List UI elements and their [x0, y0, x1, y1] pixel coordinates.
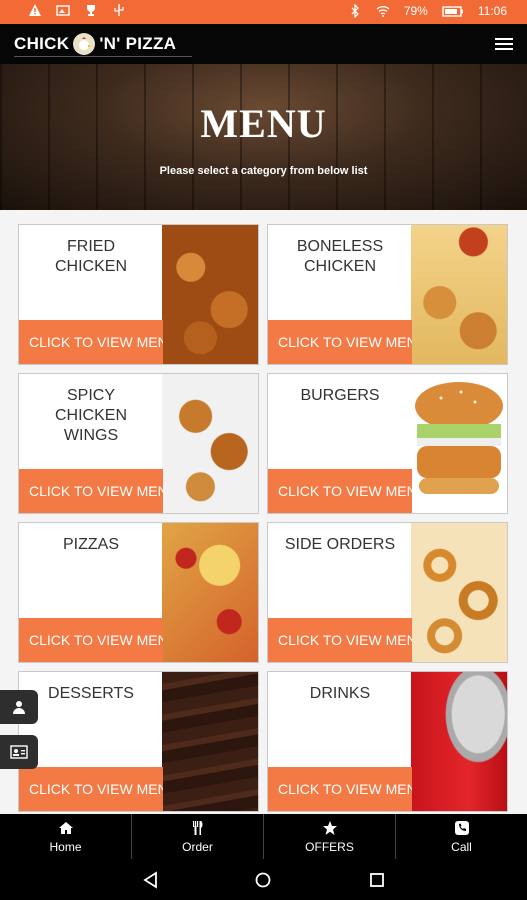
- pizza-image: [162, 523, 258, 662]
- user-icon: [13, 701, 25, 714]
- logo-text-right: 'N' PIZZA: [99, 33, 177, 53]
- home-circle-icon[interactable]: [254, 871, 272, 889]
- category-title: SIDE ORDERS: [284, 536, 396, 553]
- status-bar: 79% 11:06: [0, 0, 527, 24]
- user-profile-button[interactable]: [0, 690, 38, 724]
- nav-label: Call: [451, 840, 472, 854]
- image-icon: [56, 5, 70, 16]
- nav-label: Order: [182, 840, 213, 854]
- page-title: MENU: [200, 101, 327, 146]
- cutlery-icon: [192, 821, 202, 835]
- burger-image: [411, 374, 507, 513]
- category-card-spicy-chicken-wings[interactable]: SPICY CHICKEN WINGS CLICK TO VIEW MENU: [18, 373, 259, 514]
- category-title: BURGERS: [300, 387, 380, 404]
- contact-card-icon: [10, 745, 28, 759]
- nav-offers[interactable]: OFFERS: [264, 814, 396, 859]
- category-card-boneless-chicken[interactable]: BONELESS CHICKEN CLICK TO VIEW MENU: [267, 224, 508, 365]
- nav-order[interactable]: Order: [132, 814, 264, 859]
- system-nav-bar: [0, 859, 527, 900]
- category-card-drinks[interactable]: DRINKS CLICK TO VIEW MENU: [267, 671, 508, 812]
- star-icon: [322, 821, 337, 835]
- wifi-icon: [376, 6, 390, 17]
- battery-icon: [442, 6, 463, 17]
- hamburger-icon[interactable]: [495, 38, 513, 50]
- spicy-wings-image: [162, 374, 258, 513]
- nav-call[interactable]: Call: [396, 814, 527, 859]
- view-menu-button[interactable]: CLICK TO VIEW MENU: [268, 618, 412, 662]
- view-menu-button[interactable]: CLICK TO VIEW MENU: [268, 767, 412, 811]
- bottom-nav: Home Order OFFERS Call: [0, 814, 527, 859]
- contact-card-button[interactable]: [0, 735, 38, 769]
- fried-chicken-image: [162, 225, 258, 364]
- trophy-icon: [87, 5, 95, 16]
- view-menu-button[interactable]: CLICK TO VIEW MENU: [19, 320, 163, 364]
- soda-can-image: [411, 672, 507, 811]
- brand-logo[interactable]: CHICK 'N' PIZZA: [14, 31, 192, 57]
- category-card-pizzas[interactable]: PIZZAS CLICK TO VIEW MENU: [18, 522, 259, 663]
- app-header: CHICK 'N' PIZZA: [0, 24, 527, 64]
- nav-home[interactable]: Home: [0, 814, 132, 859]
- view-menu-button[interactable]: CLICK TO VIEW MENU: [19, 469, 163, 513]
- category-title: FRIED CHICKEN: [54, 238, 127, 275]
- recent-apps-icon[interactable]: [368, 871, 386, 889]
- page-subtitle: Please select a category from below list: [159, 165, 368, 177]
- boneless-chicken-image: [411, 225, 507, 364]
- home-icon: [58, 822, 73, 834]
- battery-percent: 79%: [403, 4, 428, 18]
- nav-label: OFFERS: [305, 840, 354, 854]
- bluetooth-icon: [351, 4, 359, 18]
- category-card-burgers[interactable]: BURGERS CLICK TO VIEW MENU: [267, 373, 508, 514]
- view-menu-button[interactable]: CLICK TO VIEW MENU: [268, 320, 412, 364]
- logo-text-left: CHICK: [14, 33, 70, 53]
- nav-label: Home: [49, 840, 82, 854]
- category-title: SPICY CHICKEN WINGS: [54, 387, 127, 444]
- category-title: DRINKS: [309, 685, 371, 702]
- phone-icon: [454, 821, 469, 835]
- view-menu-button[interactable]: CLICK TO VIEW MENU: [268, 469, 412, 513]
- category-card-side-orders[interactable]: SIDE ORDERS CLICK TO VIEW MENU: [267, 522, 508, 663]
- warning-icon: [29, 4, 41, 16]
- category-title: DESSERTS: [48, 685, 134, 702]
- category-grid: FRIED CHICKEN CLICK TO VIEW MENU BONELES…: [0, 210, 527, 814]
- category-card-fried-chicken[interactable]: FRIED CHICKEN CLICK TO VIEW MENU: [18, 224, 259, 365]
- clock: 11:06: [477, 4, 507, 18]
- category-title: PIZZAS: [62, 536, 119, 553]
- view-menu-button[interactable]: CLICK TO VIEW MENU: [19, 767, 163, 811]
- hen-logo-icon: [73, 32, 96, 55]
- onion-rings-image: [411, 523, 507, 662]
- usb-icon: [114, 4, 124, 16]
- category-title: BONELESS CHICKEN: [296, 238, 384, 275]
- category-card-desserts[interactable]: DESSERTS CLICK TO VIEW MENU: [18, 671, 259, 812]
- back-icon[interactable]: [142, 871, 160, 889]
- cake-image: [162, 672, 258, 811]
- view-menu-button[interactable]: CLICK TO VIEW MENU: [19, 618, 163, 662]
